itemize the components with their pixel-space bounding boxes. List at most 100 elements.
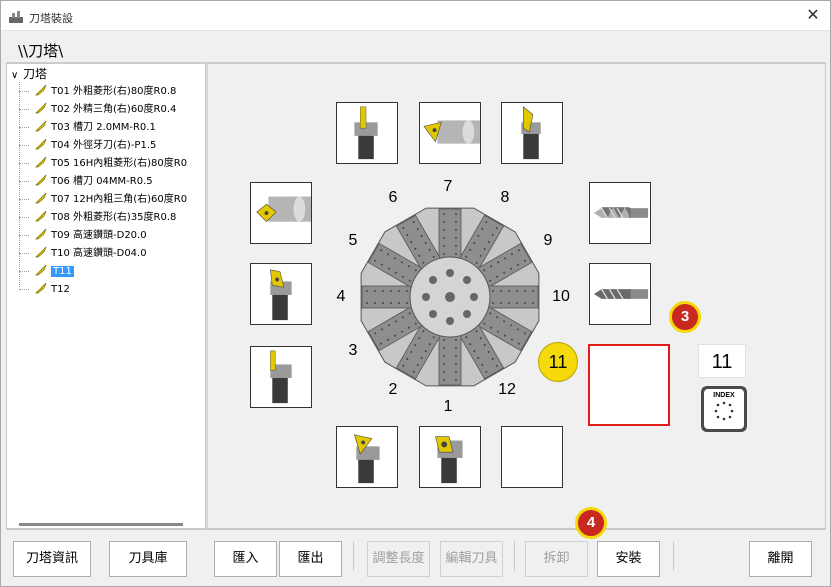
- tool-icon: [35, 282, 47, 294]
- tool-icon: [35, 228, 47, 240]
- turret-info-button[interactable]: 刀塔資訊: [13, 541, 91, 577]
- annotation-marker-3: 3: [669, 301, 701, 333]
- tree-item[interactable]: T09 高速鑽頭-D20.0: [35, 227, 147, 244]
- position-number-8: 8: [500, 189, 510, 206]
- position-number-9: 9: [543, 232, 553, 249]
- close-icon[interactable]: ✕: [802, 5, 824, 27]
- turning-tool-rhombic-icon: [270, 269, 292, 321]
- groove-tool-icon: [270, 350, 292, 404]
- tree-item-label: T12: [51, 284, 70, 295]
- tree-root-label: 刀塔: [23, 67, 48, 81]
- boring-bar-rhombic-icon: [256, 196, 311, 223]
- tree-connector-tick: [19, 289, 29, 290]
- position-number-1: 1: [443, 398, 453, 415]
- tree-item-label: T09 高速鑽頭-D20.0: [51, 230, 147, 241]
- tree-item[interactable]: T04 外徑牙刀(右)-P1.5: [35, 137, 156, 154]
- app-icon: [9, 11, 23, 23]
- position-number-4: 4: [336, 288, 346, 305]
- tree-item[interactable]: T11: [35, 263, 74, 280]
- tree-item-label: T07 12H內粗三角(右)60度R0: [51, 194, 188, 205]
- tree-connector-tick: [19, 109, 29, 110]
- title-bar: 刀塔裝設 ✕: [1, 1, 830, 31]
- groove-tool-icon: [354, 106, 378, 160]
- tree-connector-tick: [19, 217, 29, 218]
- tool-slot-4[interactable]: [250, 263, 312, 325]
- import-button[interactable]: 匯入: [214, 541, 277, 577]
- boring-bar-triangle-icon: [423, 120, 480, 144]
- tree-item-label: T11: [51, 266, 74, 277]
- tool-slot-10[interactable]: [589, 263, 651, 325]
- position-number-5: 5: [348, 232, 358, 249]
- tool-slot-6[interactable]: [336, 102, 398, 164]
- tree-item[interactable]: T07 12H內粗三角(右)60度R0: [35, 191, 187, 208]
- selected-tool-slot-11[interactable]: [588, 344, 670, 426]
- tree-item[interactable]: T12: [35, 281, 70, 298]
- tool-slot-5[interactable]: [250, 182, 312, 244]
- tool-slot-8[interactable]: [501, 102, 563, 164]
- chevron-down-icon[interactable]: ∨: [11, 68, 23, 84]
- position-number-6: 6: [388, 189, 398, 206]
- index-icon: [714, 401, 734, 421]
- tool-slot-1[interactable]: [419, 426, 481, 488]
- tree-connector-tick: [19, 235, 29, 236]
- tool-slot-2[interactable]: [336, 426, 398, 488]
- tree-item[interactable]: T06 槽刀 04MM-R0.5: [35, 173, 153, 190]
- position-number-3: 3: [348, 342, 358, 359]
- tree-item[interactable]: T01 外粗菱形(右)80度R0.8: [35, 83, 176, 100]
- install-button[interactable]: 安裝: [597, 541, 660, 577]
- tool-slot-3[interactable]: [250, 346, 312, 408]
- tree-item-label: T03 槽刀 2.0MM-R0.1: [51, 122, 156, 133]
- toolbar-separator: [514, 541, 515, 571]
- tree-item[interactable]: T10 高速鑽頭-D04.0: [35, 245, 147, 262]
- adjust-length-button[interactable]: 調整長度: [367, 541, 430, 577]
- index-button[interactable]: INDEX: [701, 386, 747, 432]
- tool-slot-9[interactable]: [589, 182, 651, 244]
- tool-icon: [35, 210, 47, 222]
- window-title: 刀塔裝設: [29, 12, 73, 25]
- annotation-marker-4: 4: [575, 507, 607, 539]
- drill-icon: [593, 288, 649, 300]
- tree-connector-tick: [19, 91, 29, 92]
- tool-icon: [35, 84, 47, 96]
- tree-item[interactable]: T03 槽刀 2.0MM-R0.1: [35, 119, 156, 136]
- drill-icon: [593, 207, 649, 219]
- index-position-value: 11: [698, 344, 746, 378]
- export-button[interactable]: 匯出: [279, 541, 342, 577]
- tree-item[interactable]: T05 16H內粗菱形(右)80度R0: [35, 155, 187, 172]
- tool-icon: [35, 174, 47, 186]
- breadcrumb-path: \\刀塔\: [18, 42, 64, 60]
- tree-connector-tick: [19, 271, 29, 272]
- tree-connector-tick: [19, 181, 29, 182]
- tree-connector-tick: [19, 127, 29, 128]
- tree-root[interactable]: ∨ 刀塔: [11, 66, 47, 82]
- edit-tool-button[interactable]: 編輯刀具: [440, 541, 503, 577]
- tool-slot-7[interactable]: [419, 102, 481, 164]
- position-number-12: 12: [498, 381, 516, 398]
- toolbar-separator: [673, 541, 674, 571]
- leave-button[interactable]: 離開: [749, 541, 812, 577]
- turret-disc: [360, 207, 540, 387]
- tool-icon: [35, 138, 47, 150]
- tool-icon: [35, 192, 47, 204]
- tree-item-label: T10 高速鑽頭-D04.0: [51, 248, 147, 259]
- tool-icon: [35, 156, 47, 168]
- tree-item-label: T08 外粗菱形(右)35度R0.8: [51, 212, 177, 223]
- tree-scrollbar[interactable]: [19, 523, 183, 526]
- current-position-badge: 11: [538, 342, 578, 382]
- tree-item[interactable]: T02 外精三角(右)60度R0.4: [35, 101, 176, 118]
- tree-connector-tick: [19, 253, 29, 254]
- tool-icon: [35, 120, 47, 132]
- threading-tool-icon: [521, 106, 541, 160]
- tree-item-label: T02 外精三角(右)60度R0.4: [51, 104, 177, 115]
- turning-tool-square-icon: [435, 436, 463, 484]
- tree-connector-tick: [19, 199, 29, 200]
- toolbar-separator: [353, 541, 354, 571]
- tool-slot-12[interactable]: [501, 426, 563, 488]
- tree-item-label: T04 外徑牙刀(右)-P1.5: [51, 140, 157, 151]
- tool-library-button[interactable]: 刀具庫: [109, 541, 187, 577]
- tree-item-label: T01 外粗菱形(右)80度R0.8: [51, 86, 177, 97]
- tree-item-label: T06 槽刀 04MM-R0.5: [51, 176, 153, 187]
- remove-button[interactable]: 拆卸: [525, 541, 588, 577]
- tool-icon: [35, 246, 47, 258]
- tree-item[interactable]: T08 外粗菱形(右)35度R0.8: [35, 209, 176, 226]
